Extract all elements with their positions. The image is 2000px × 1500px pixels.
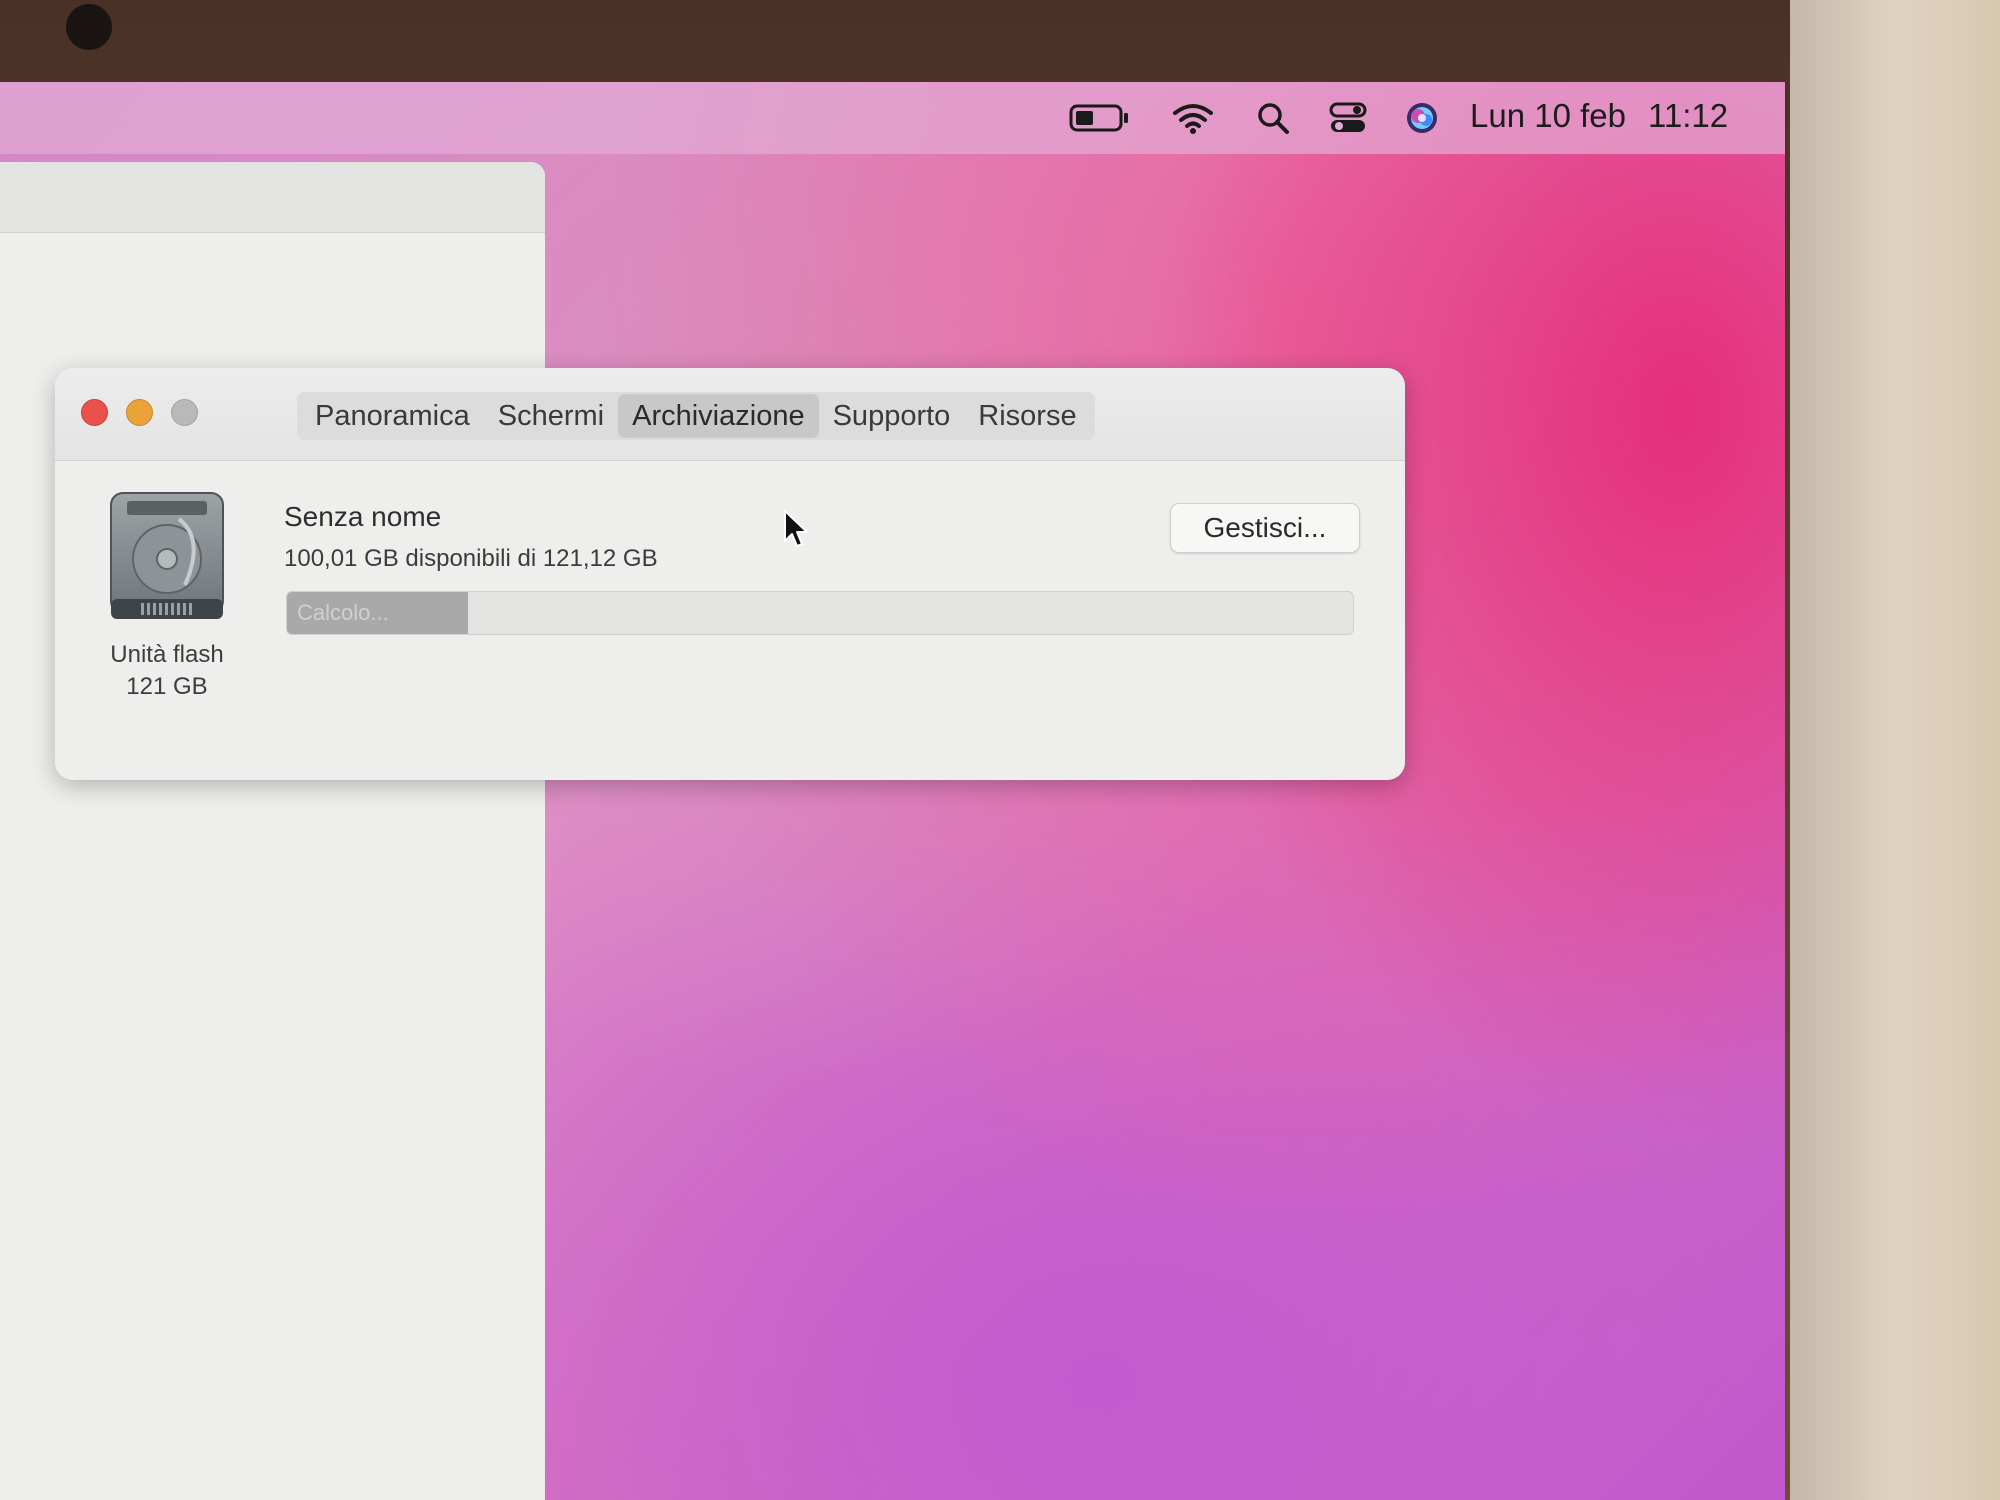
background-window[interactable]: [0, 162, 545, 1500]
storage-usage-bar: Calcolo...: [286, 591, 1354, 635]
storage-panel: Unità flash 121 GB Senza nome 100,01 GB …: [55, 461, 1405, 780]
tab-overview[interactable]: Panoramica: [301, 394, 484, 438]
wifi-icon[interactable]: [1172, 100, 1214, 136]
menu-bar-time: 11:12: [1647, 97, 1729, 134]
zoom-button[interactable]: [171, 399, 198, 426]
about-this-mac-window: Panoramica Schermi Archiviazione Support…: [55, 368, 1405, 780]
hard-drive-icon: [105, 489, 229, 625]
close-button[interactable]: [81, 399, 108, 426]
camera-icon: [66, 4, 112, 50]
background-window-titlebar[interactable]: [0, 162, 545, 233]
tab-resources[interactable]: Risorse: [964, 394, 1090, 438]
menu-bar: Lun 10 feb 11:12: [0, 82, 1785, 154]
storage-status-label: Calcolo...: [297, 600, 389, 625]
tab-storage[interactable]: Archiviazione: [618, 394, 819, 438]
menu-bar-clock[interactable]: Lun 10 feb 11:12: [1470, 94, 1728, 138]
control-center-icon[interactable]: [1328, 100, 1368, 136]
menu-bar-date: Lun 10 feb: [1470, 97, 1626, 134]
window-titlebar[interactable]: Panoramica Schermi Archiviazione Support…: [55, 368, 1405, 461]
volume-availability: 100,01 GB disponibili di 121,12 GB: [284, 545, 658, 572]
tab-bar: Panoramica Schermi Archiviazione Support…: [297, 392, 1095, 440]
minimize-button[interactable]: [126, 399, 153, 426]
volume-name: Senza nome: [284, 501, 442, 532]
tab-support[interactable]: Supporto: [819, 394, 965, 438]
spotlight-search-icon[interactable]: [1255, 100, 1291, 136]
screen: Lun 10 feb 11:12 Panoramica Schermi Arch…: [0, 82, 1785, 1500]
storage-usage-fill: Calcolo...: [287, 592, 469, 634]
drive-type: Unità flash: [110, 641, 224, 668]
mouse-pointer-icon: [784, 510, 808, 547]
drive-label: Unità flash 121 GB: [85, 639, 249, 703]
battery-icon[interactable]: [1068, 100, 1132, 136]
siri-icon[interactable]: [1403, 100, 1441, 136]
bezel-edge: [1790, 0, 2000, 1500]
tab-displays[interactable]: Schermi: [484, 394, 618, 438]
drive-capacity: 121 GB: [126, 673, 208, 700]
manage-button[interactable]: Gestisci...: [1170, 503, 1360, 553]
